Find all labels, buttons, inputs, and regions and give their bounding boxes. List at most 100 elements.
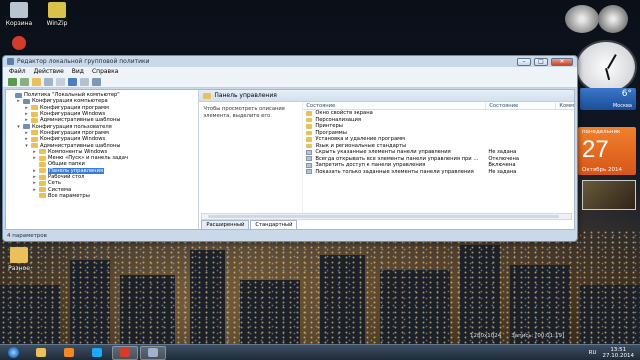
winzip-icon xyxy=(48,2,66,18)
expander-icon[interactable]: ▸ xyxy=(32,180,37,186)
close-button[interactable]: ✕ xyxy=(551,57,573,66)
skype-icon xyxy=(92,348,102,357)
system-tray: RU 13:51 27.10.2014 xyxy=(589,347,640,359)
calendar-weekday: понедельник xyxy=(582,129,621,135)
tree-item-label: Компоненты Windows xyxy=(48,148,108,155)
policy-setting-icon xyxy=(306,149,313,155)
taskbar-button[interactable] xyxy=(112,345,138,360)
folder-icon xyxy=(10,247,28,263)
expander-icon[interactable]: ▸ xyxy=(32,168,37,174)
filter-icon[interactable] xyxy=(92,78,101,86)
setting-state: Не задана xyxy=(488,149,517,156)
settings-row[interactable]: Всегда открывать все элементы панели упр… xyxy=(303,156,574,163)
desktop-icon-recycle-bin[interactable]: Корзина xyxy=(2,2,36,27)
horizontal-scrollbar[interactable] xyxy=(201,213,572,220)
taskbar-button[interactable] xyxy=(140,345,166,360)
properties-icon[interactable] xyxy=(80,78,89,86)
tab-standard[interactable]: Стандартный xyxy=(250,220,298,229)
explorer-icon xyxy=(36,348,46,357)
computer-icon xyxy=(15,92,22,98)
tree-item-label: Конфигурация программ xyxy=(40,129,109,136)
opera-icon xyxy=(12,36,26,50)
recording-info: 1280x1024 Запись: [00:01:19] xyxy=(470,333,564,339)
tree-item-label: Конфигурация Windows xyxy=(40,136,106,143)
tree-item-label: Система xyxy=(48,186,72,193)
taskbar-button[interactable] xyxy=(28,346,54,360)
expander-icon[interactable]: ▸ xyxy=(32,155,37,161)
expander-icon[interactable]: ▸ xyxy=(32,149,37,155)
help-icon[interactable] xyxy=(68,78,77,86)
cpu-meter-gadget[interactable] xyxy=(565,5,599,33)
folder-icon xyxy=(39,149,46,155)
tree-item-label: Конфигурация Windows xyxy=(40,111,106,118)
weather-gadget[interactable]: 6° Москва xyxy=(580,88,636,110)
export-list-icon[interactable] xyxy=(56,78,65,86)
forward-icon[interactable] xyxy=(20,78,29,86)
desktop-icon-opera[interactable] xyxy=(2,36,36,52)
folder-icon xyxy=(306,124,313,129)
folder-icon xyxy=(306,111,313,116)
tree-item-label: Меню «Пуск» и панель задач xyxy=(48,155,128,162)
setting-name: Программы xyxy=(315,129,347,136)
tree-item-label: Общие папки xyxy=(48,161,85,168)
settings-row[interactable]: Показать только заданные элементы панели… xyxy=(303,169,574,176)
menu-action[interactable]: Действие xyxy=(34,68,64,75)
expander-icon[interactable]: ▸ xyxy=(32,174,37,180)
folder-icon xyxy=(31,136,38,142)
back-icon[interactable] xyxy=(8,78,17,86)
folder-icon xyxy=(39,180,46,186)
folder-icon xyxy=(306,117,313,122)
taskbar-button[interactable] xyxy=(84,346,110,360)
expander-icon[interactable]: ▸ xyxy=(24,117,29,123)
recording-resolution: 1280x1024 xyxy=(470,333,502,339)
expander-icon[interactable]: ▸ xyxy=(24,111,29,117)
policy-setting-icon xyxy=(306,156,313,162)
expander-icon[interactable]: ▸ xyxy=(24,130,29,136)
windows-logo-icon xyxy=(7,347,19,358)
group-policy-editor-window: Редактор локальной групповой политики – … xyxy=(2,55,578,242)
content-area: Политика "Локальный компьютер" ▸ Конфигура… xyxy=(5,89,575,230)
tab-extended[interactable]: Расширенный xyxy=(201,220,250,229)
expander-icon[interactable]: ▸ xyxy=(24,136,29,142)
folder-icon xyxy=(31,117,38,123)
menu-file[interactable]: Файл xyxy=(9,68,26,75)
media-player-icon xyxy=(64,348,74,357)
settings-list: Состояние Состояние Комм Окно свойств эк… xyxy=(303,102,574,213)
setting-name: Персонализация xyxy=(315,116,361,123)
up-folder-icon[interactable] xyxy=(32,78,41,86)
menu-help[interactable]: Справка xyxy=(92,68,118,75)
drive-meter-gadget[interactable] xyxy=(598,5,628,33)
folder-icon xyxy=(39,174,46,180)
taskbar-button[interactable] xyxy=(56,346,82,360)
setting-name: Запретить доступ к панели управления xyxy=(315,162,426,169)
settings-row[interactable]: Запретить доступ к панели управления Вклю… xyxy=(303,162,574,169)
expander-icon[interactable]: ▾ xyxy=(24,143,29,149)
expander-icon[interactable]: ▾ xyxy=(16,124,21,130)
tray-clock[interactable]: 13:51 27.10.2014 xyxy=(603,347,635,359)
desktop-icon-winzip[interactable]: WinZip xyxy=(40,2,74,27)
menu-view[interactable]: Вид xyxy=(72,68,84,75)
folder-icon xyxy=(306,130,313,135)
minimize-button[interactable]: – xyxy=(517,57,531,66)
expander-icon[interactable]: ▸ xyxy=(32,187,37,193)
settings-row[interactable]: Скрыть указанные элементы панели управле… xyxy=(303,149,574,156)
start-button[interactable] xyxy=(0,345,26,360)
folder-icon xyxy=(203,92,212,99)
title-bar[interactable]: Редактор локальной групповой политики – … xyxy=(3,56,577,67)
tree-item[interactable]: Все параметры xyxy=(8,193,196,199)
column-name[interactable]: Состояние xyxy=(303,103,485,109)
column-state[interactable]: Состояние xyxy=(485,102,555,109)
column-comment[interactable]: Комм xyxy=(555,102,574,109)
calendar-gadget[interactable]: понедельник 27 Октябрь 2014 xyxy=(578,127,636,175)
expander-icon[interactable]: ▸ xyxy=(16,98,21,104)
expander-icon[interactable]: ▸ xyxy=(24,105,29,111)
clock-gadget[interactable] xyxy=(575,40,637,94)
show-hide-tree-icon[interactable] xyxy=(44,78,53,86)
language-indicator[interactable]: RU xyxy=(589,350,597,356)
slideshow-gadget[interactable] xyxy=(582,180,636,210)
desktop-icon-folder[interactable]: Разное xyxy=(2,247,36,272)
taskbar: RU 13:51 27.10.2014 xyxy=(0,344,640,360)
tree-item-label: Конфигурация компьютера xyxy=(32,98,108,105)
view-tabs: Расширенный Стандартный xyxy=(199,220,574,229)
maximize-button[interactable]: □ xyxy=(534,57,548,66)
